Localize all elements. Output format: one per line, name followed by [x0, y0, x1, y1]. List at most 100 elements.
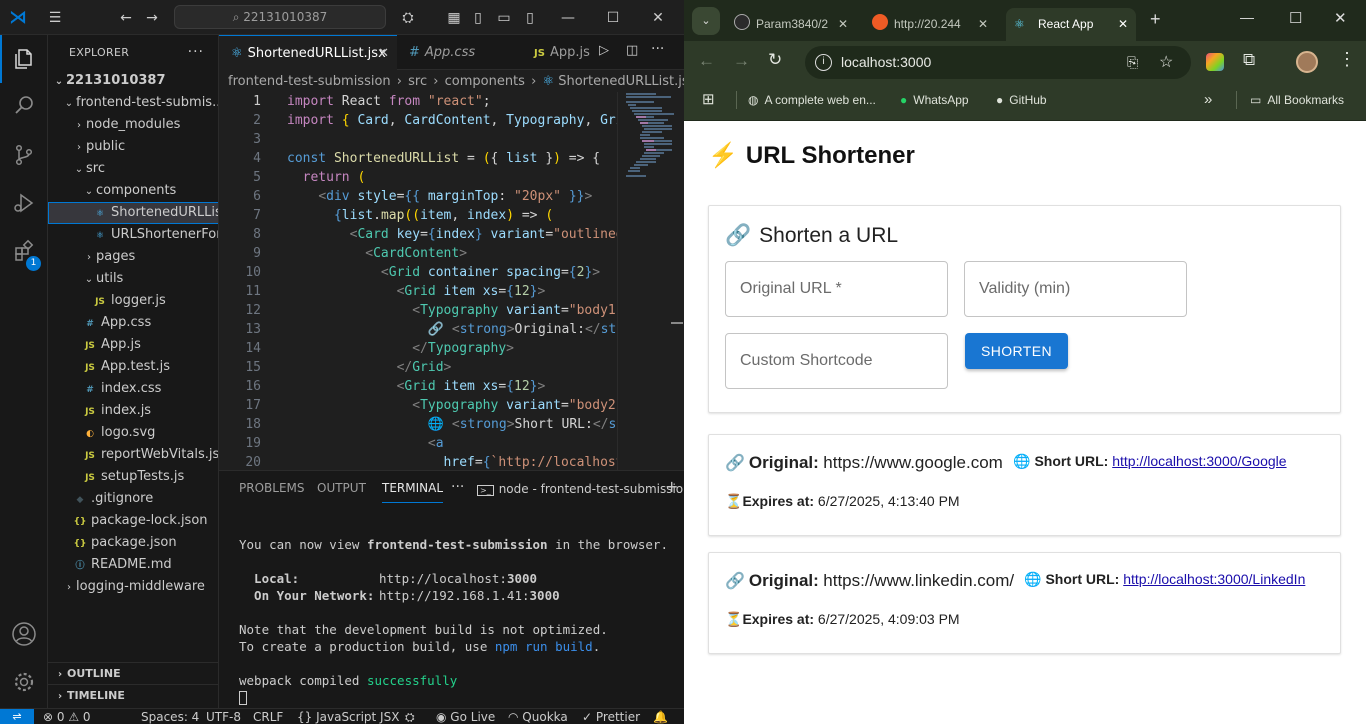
tree-item[interactable]: › public	[48, 136, 218, 158]
outline-section[interactable]: › OUTLINE	[48, 662, 218, 684]
tree-item[interactable]: JS logger.js	[48, 290, 218, 312]
maximize-icon[interactable]: ☐	[603, 8, 623, 28]
tab-problems[interactable]: PROBLEMS	[239, 471, 305, 506]
more-bookmarks-icon[interactable]: »	[1204, 85, 1212, 115]
breadcrumb-item[interactable]: frontend-test-submission	[228, 74, 391, 89]
chrome-tab-postman[interactable]: http://20.244 ✕	[866, 8, 996, 41]
settings-gear-icon[interactable]	[0, 658, 48, 706]
original-url-field[interactable]: Original URL *	[725, 261, 948, 317]
bookmark-whatsapp[interactable]: ● WhatsApp	[900, 85, 969, 115]
back-arrow-icon[interactable]: ←	[698, 51, 715, 71]
shorten-button[interactable]: SHORTEN	[965, 333, 1068, 369]
extensions-puzzle-icon[interactable]: ⧉	[1243, 50, 1255, 70]
tree-item[interactable]: ◆ .gitignore	[48, 488, 218, 510]
run-debug-icon[interactable]	[0, 179, 48, 227]
apps-grid-icon[interactable]: ⊞	[702, 85, 715, 115]
tree-item[interactable]: ⓘ README.md	[48, 554, 218, 576]
tree-item[interactable]: ⌄ 22131010387	[48, 70, 218, 92]
close-icon[interactable]: ✕	[1334, 9, 1347, 27]
tree-item[interactable]: › pages	[48, 246, 218, 268]
eol-status[interactable]: CRLF	[253, 709, 283, 724]
toggle-sidebar-icon[interactable]: ▯	[468, 8, 488, 28]
new-tab-icon[interactable]: +	[1150, 9, 1161, 30]
tree-item[interactable]: JS reportWebVitals.js	[48, 444, 218, 466]
minimize-icon[interactable]: —	[558, 8, 578, 28]
tree-item[interactable]: › node_modules	[48, 114, 218, 136]
minimize-icon[interactable]: —	[1240, 9, 1254, 25]
source-control-icon[interactable]	[0, 131, 48, 179]
chrome-tab-react-app[interactable]: ⚛ React App ✕	[1006, 8, 1136, 41]
indent-status[interactable]: Spaces: 4	[141, 709, 199, 724]
tab-shortenedurllist[interactable]: ⚛ ShortenedURLList.jsx ✕	[219, 35, 397, 70]
golive-status[interactable]: ◉ Go Live	[436, 709, 495, 724]
extension-icon[interactable]	[1206, 53, 1224, 71]
layout-icon[interactable]: ▦	[444, 8, 464, 28]
tree-item[interactable]: {} package-lock.json	[48, 510, 218, 532]
tab-terminal[interactable]: TERMINAL	[382, 471, 444, 503]
tree-item[interactable]: JS setupTests.js	[48, 466, 218, 488]
code-editor[interactable]: import React from "react"; import { Card,…	[287, 92, 617, 470]
breadcrumb-item[interactable]: components	[445, 74, 525, 89]
remote-icon[interactable]: ⇌	[0, 709, 34, 724]
tree-item[interactable]: › logging-middleware	[48, 576, 218, 598]
tree-item[interactable]: {} package.json	[48, 532, 218, 554]
terminal-selector[interactable]: >_ node - frontend-test-submission	[477, 479, 684, 499]
accounts-icon[interactable]	[0, 610, 48, 658]
forward-arrow-icon[interactable]: →	[142, 8, 162, 28]
tree-item[interactable]: JS index.js	[48, 400, 218, 422]
toggle-secondary-sidebar-icon[interactable]: ▯	[520, 8, 540, 28]
tree-item[interactable]: ⌄ frontend-test-submis...	[48, 92, 218, 114]
encoding-status[interactable]: UTF-8	[206, 709, 241, 724]
breadcrumb-item[interactable]: ShortenedURLList.jsx	[558, 74, 684, 89]
short-url-link[interactable]: http://localhost:3000/LinkedIn	[1123, 571, 1305, 587]
command-center-search[interactable]: ⌕ 22131010387	[174, 5, 386, 29]
close-icon[interactable]: ✕	[648, 8, 668, 28]
tree-item[interactable]: JS App.js	[48, 334, 218, 356]
more-actions-icon[interactable]: ···	[651, 41, 664, 57]
prettier-status[interactable]: ✓ Prettier	[582, 709, 640, 724]
tree-item[interactable]: ◐ logo.svg	[48, 422, 218, 444]
quokka-status[interactable]: ◠ Quokka	[508, 709, 568, 724]
validity-field[interactable]: Validity (min)	[964, 261, 1187, 317]
more-actions-icon[interactable]: ···	[451, 479, 464, 495]
tree-item[interactable]: ⚛ URLShortenerFor...	[48, 224, 218, 246]
short-url-link[interactable]: http://localhost:3000/Google	[1112, 453, 1286, 469]
explorer-icon[interactable]	[0, 35, 48, 83]
close-tab-icon[interactable]: ✕	[378, 36, 389, 71]
profile-avatar[interactable]	[1296, 51, 1318, 73]
tab-app-css[interactable]: # App.css	[397, 35, 509, 70]
add-terminal-icon[interactable]: +	[665, 477, 678, 496]
notifications-bell-icon[interactable]: 🔔	[653, 709, 668, 724]
problems-status[interactable]: ⊗ 0 ⚠ 0	[43, 709, 91, 724]
copilot-status-icon[interactable]: ⛭	[405, 709, 415, 724]
tree-item[interactable]: # index.css	[48, 378, 218, 400]
split-editor-icon[interactable]: ◫	[626, 43, 638, 58]
tree-item[interactable]: JS App.test.js	[48, 356, 218, 378]
custom-shortcode-field[interactable]: Custom Shortcode	[725, 333, 948, 389]
minimap[interactable]	[617, 92, 684, 470]
install-app-icon[interactable]: ⎘	[1127, 46, 1138, 79]
close-tab-icon[interactable]: ✕	[838, 12, 848, 37]
language-status[interactable]: {} JavaScript JSX	[297, 709, 399, 724]
menu-icon[interactable]: ☰	[45, 8, 65, 28]
search-view-icon[interactable]	[0, 81, 48, 129]
tab-output[interactable]: OUTPUT	[317, 471, 366, 506]
chrome-menu-icon[interactable]: ⋮	[1338, 49, 1356, 70]
all-bookmarks[interactable]: ▭ All Bookmarks	[1250, 85, 1344, 115]
chrome-tab-github[interactable]: Param3840/2 ✕	[728, 8, 856, 41]
close-tab-icon[interactable]: ✕	[1118, 12, 1128, 37]
tree-item[interactable]: ⌄ utils	[48, 268, 218, 290]
reload-icon[interactable]: ↻	[768, 50, 782, 70]
tab-app-js[interactable]: JS App.js	[522, 35, 602, 70]
extensions-icon[interactable]: 1	[0, 227, 48, 275]
tree-item[interactable]: # App.css	[48, 312, 218, 334]
copilot-icon[interactable]: ⛭	[398, 8, 418, 28]
toggle-panel-icon[interactable]: ▭	[494, 8, 514, 28]
bookmark-star-icon[interactable]: ☆	[1159, 46, 1173, 79]
bookmark-github[interactable]: ● GitHub	[996, 85, 1047, 115]
tree-item[interactable]: ⌄ components	[48, 180, 218, 202]
run-icon[interactable]: ▷	[599, 43, 609, 58]
tab-search-icon[interactable]: ⌄	[692, 7, 720, 35]
bookmark-web-en[interactable]: ◍ A complete web en...	[748, 85, 876, 115]
timeline-section[interactable]: › TIMELINE	[48, 684, 218, 706]
